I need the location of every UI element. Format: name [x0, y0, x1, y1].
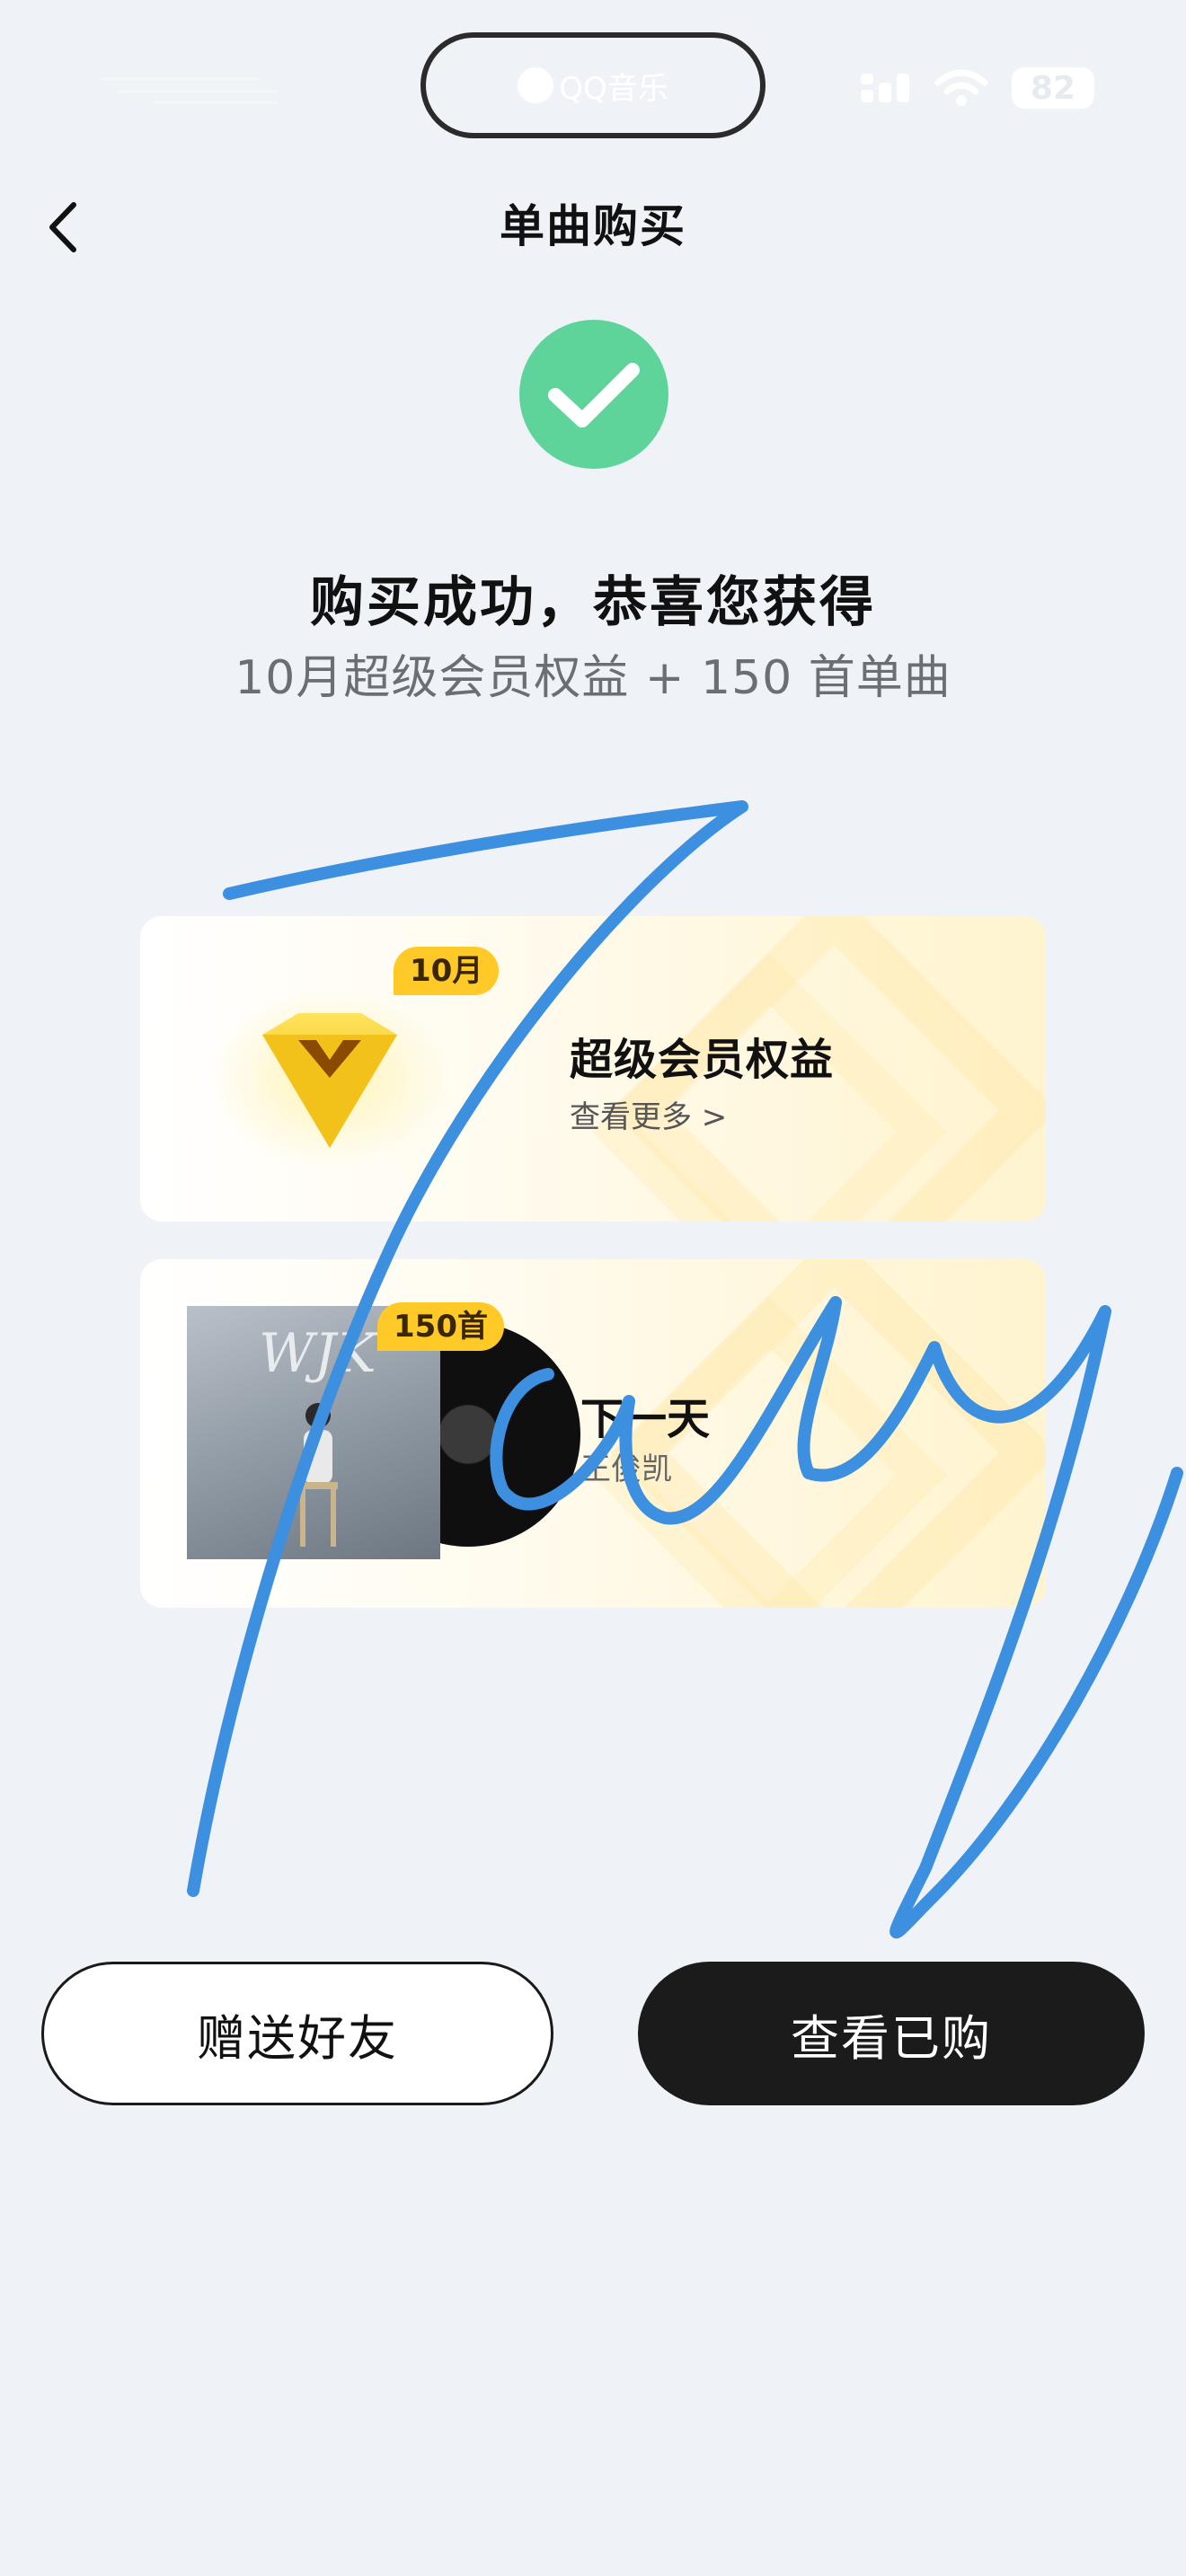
status-bar-right: 82	[861, 65, 1112, 111]
song-card[interactable]: WJK 150首 下一天 王俊凯	[140, 1259, 1046, 1608]
view-more-link[interactable]: 查看更多 >	[570, 1092, 727, 1136]
status-bar-left-blurred	[99, 72, 288, 108]
island-app-name: QQ音乐	[559, 70, 668, 107]
song-count-badge: 150首	[377, 1302, 504, 1351]
success-check-badge	[519, 320, 668, 469]
battery-indicator: 82	[1012, 67, 1094, 109]
page-title: 单曲购买	[500, 200, 686, 252]
qq-music-logo-icon	[518, 67, 554, 103]
cellular-signal-icon	[861, 74, 909, 102]
check-icon	[548, 363, 640, 428]
vip-benefits-card[interactable]: 10月 超级会员权益 查看更多 >	[140, 916, 1046, 1222]
success-title: 购买成功，恭喜您获得	[310, 571, 876, 634]
duration-badge: 10月	[394, 947, 500, 995]
wifi-icon	[934, 69, 988, 106]
gift-friend-label: 赠送好友	[197, 2009, 398, 2067]
success-subtitle: 10月超级会员权益 + 150 首单曲	[235, 651, 951, 705]
view-purchased-label: 查看已购	[791, 2009, 992, 2067]
song-artist: 王俊凯	[580, 1451, 672, 1487]
view-purchased-button[interactable]: 查看已购	[638, 1962, 1145, 2105]
gift-friend-button[interactable]: 赠送好友	[41, 1962, 553, 2105]
dynamic-island[interactable]: QQ音乐	[420, 32, 766, 138]
album-cover-figure	[298, 1403, 338, 1547]
vip-title: 超级会员权益	[570, 1035, 835, 1085]
song-title: 下一天	[580, 1394, 711, 1444]
diamond-icon	[208, 988, 451, 1168]
album-cover-text: WJK	[259, 1322, 376, 1385]
battery-level: 82	[1030, 69, 1076, 107]
